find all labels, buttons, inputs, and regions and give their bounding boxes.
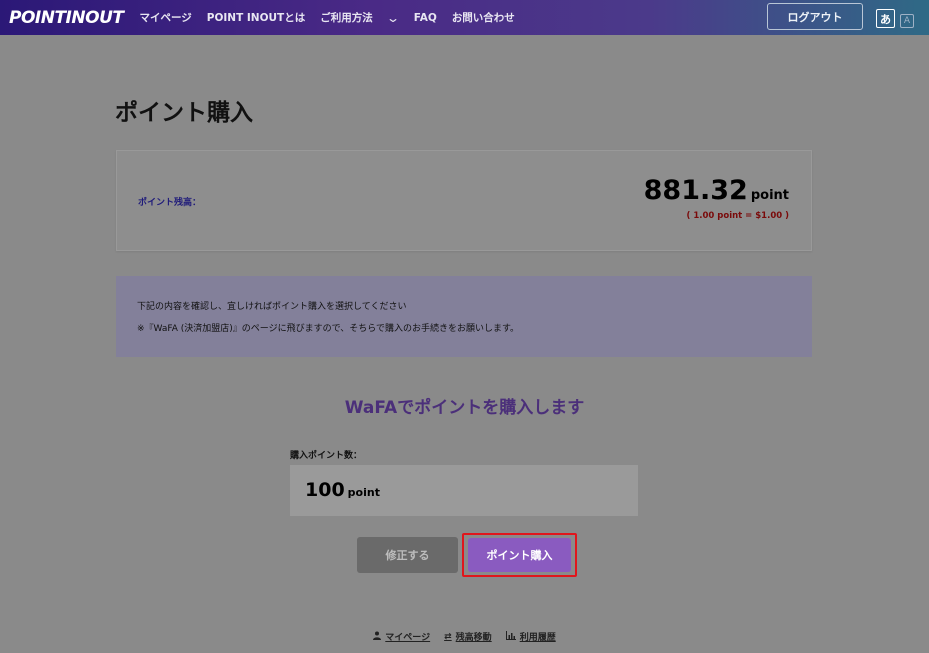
chart-icon [505, 630, 516, 643]
purchase-points-button[interactable]: ポイント購入 [468, 538, 571, 572]
main-nav: マイページ POINT INOUTとは ご利用方法 ⌄ FAQ お問い合わせ [139, 10, 529, 25]
footer-link-mypage-label: マイページ [385, 633, 431, 643]
quantity-label: 購入ポイント数： [290, 451, 363, 461]
footer-link-transfer[interactable]: ⇄ 残高移動 [444, 630, 492, 644]
exchange-rate: ( 1.00 point = $1.00 ) [686, 211, 790, 221]
nav-contact[interactable]: お問い合わせ [452, 10, 515, 25]
nav-how-to-use[interactable]: ご利用方法 [320, 10, 373, 25]
top-nav-bar: POINTINOUT マイページ POINT INOUTとは ご利用方法 ⌄ F… [0, 0, 929, 35]
transfer-arrows-icon: ⇄ [444, 631, 452, 642]
footer-link-mypage[interactable]: マイページ [373, 630, 430, 643]
purchase-heading: WaFAでポイントを購入します [344, 398, 585, 418]
footer-links: マイページ ⇄ 残高移動 利用履歴 [0, 630, 929, 643]
site-logo[interactable]: POINTINOUT [9, 8, 124, 28]
page-title: ポイント購入 [115, 100, 253, 126]
edit-button[interactable]: 修正する [357, 537, 458, 573]
nav-faq[interactable]: FAQ [414, 12, 437, 24]
quantity-value: 100 [305, 479, 345, 501]
chevron-down-icon[interactable]: ⌄ [386, 11, 400, 25]
balance-unit: point [750, 188, 789, 203]
quantity-value-wrap: 100 point [305, 479, 380, 501]
logout-button[interactable]: ログアウト [767, 3, 863, 30]
quantity-display: 100 point [290, 465, 638, 516]
nav-about[interactable]: POINT INOUTとは [207, 10, 305, 25]
language-japanese-button[interactable]: あ [876, 9, 895, 28]
user-icon [373, 631, 382, 643]
nav-mypage[interactable]: マイページ [139, 10, 191, 25]
balance-number: 881.32 [643, 175, 748, 206]
footer-link-history-label: 利用履歴 [519, 633, 556, 643]
balance-card: ポイント残高： 881.32 point ( 1.00 point = $1.00… [116, 150, 812, 251]
notice-line-confirm: 下記の内容を確認し、宜しければポイント購入を選択してください [137, 302, 407, 312]
balance-label: ポイント残高： [138, 198, 202, 208]
balance-amount: 881.32 point [644, 175, 789, 206]
quantity-unit: point [347, 486, 380, 499]
footer-link-history[interactable]: 利用履歴 [505, 630, 556, 643]
notice-line-redirect: ※『WaFA (決済加盟店)』のページに飛びますので、そちらで購入のお手続きをお… [137, 324, 520, 334]
notice-box: 下記の内容を確認し、宜しければポイント購入を選択してください ※『WaFA (決… [116, 276, 812, 357]
footer-link-transfer-label: 残高移動 [455, 633, 492, 643]
language-english-button[interactable]: A [900, 14, 914, 28]
